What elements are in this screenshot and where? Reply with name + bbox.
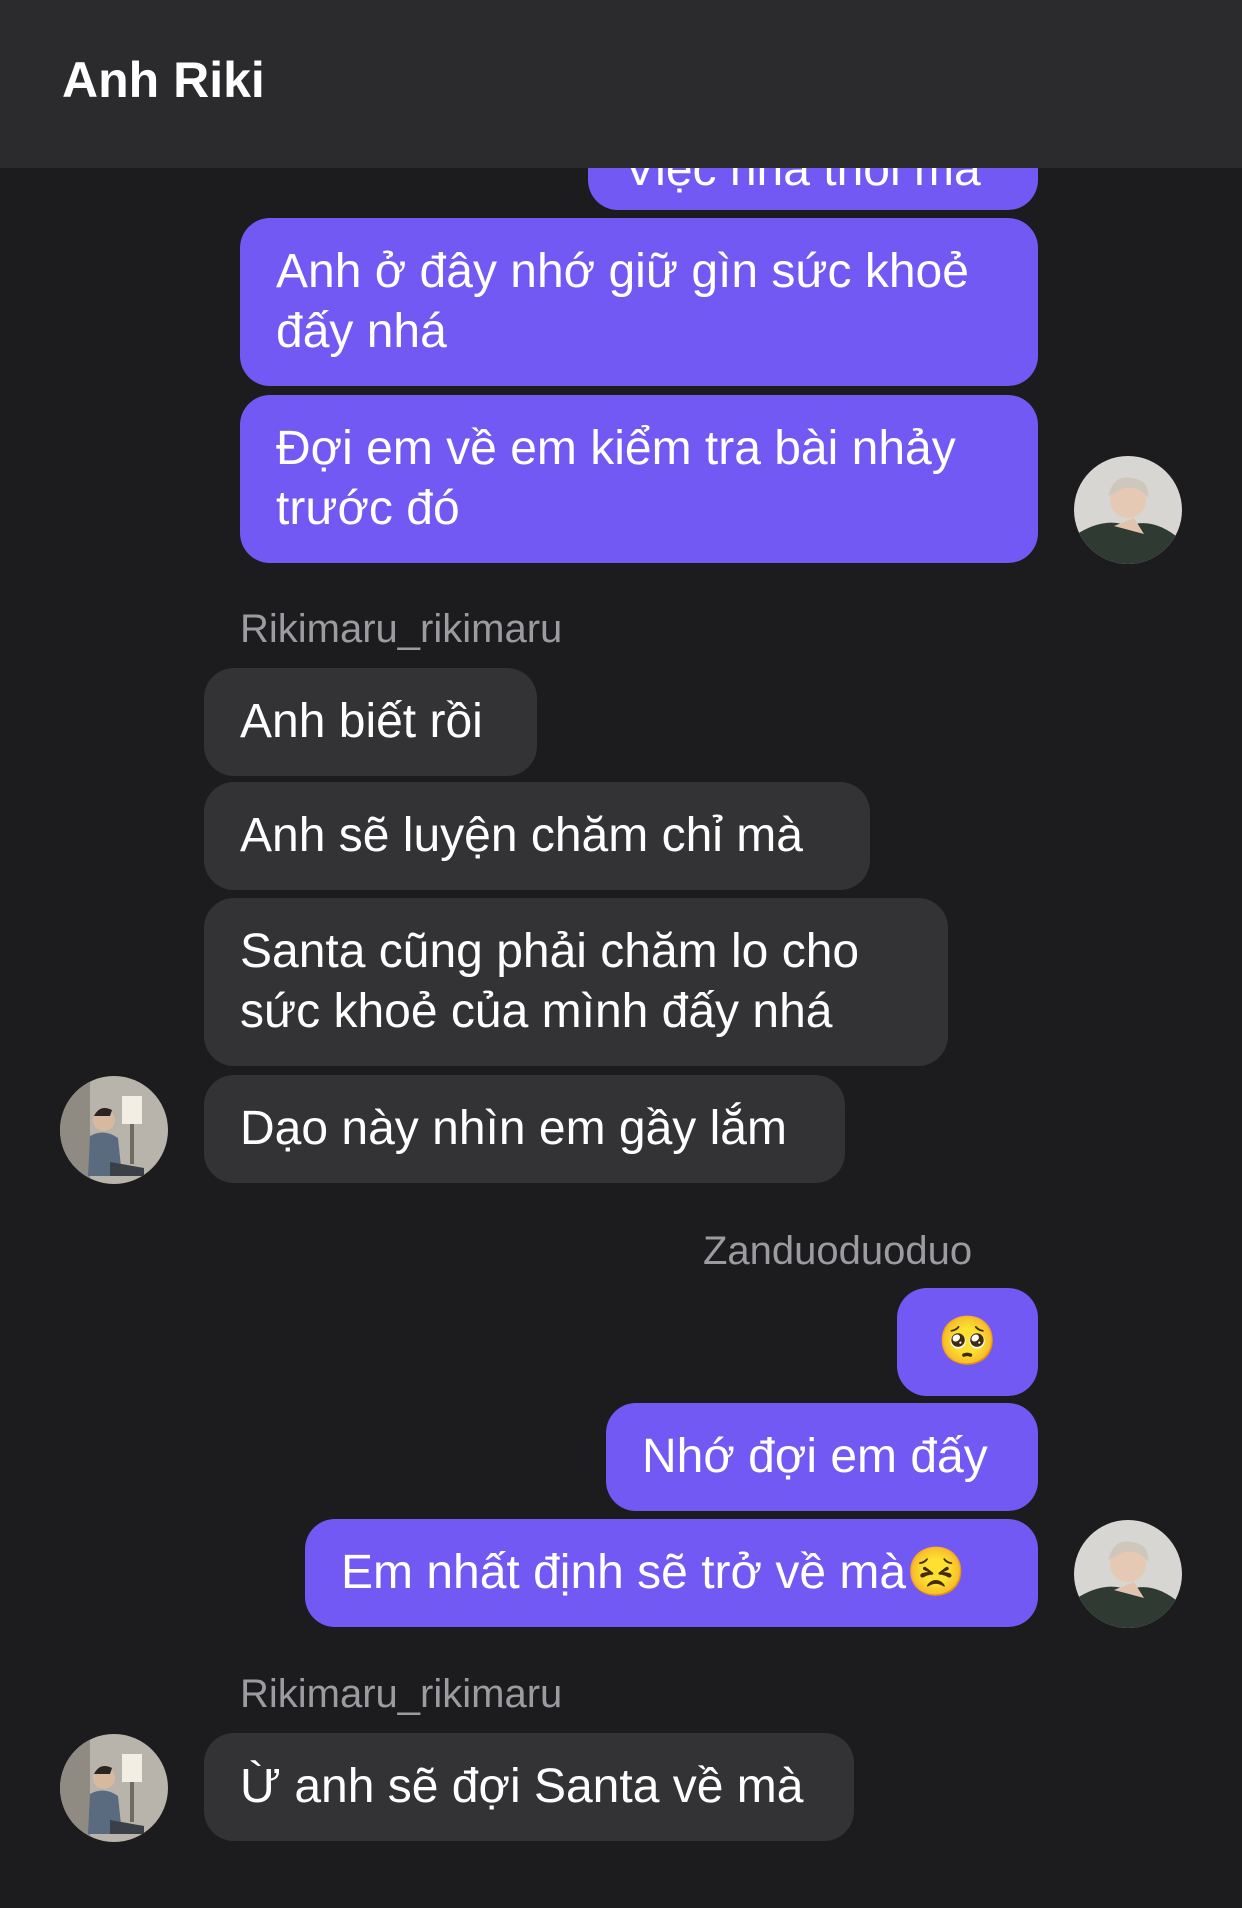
message-bubble-outgoing[interactable]: Nhớ đợi em đấy xyxy=(606,1403,1038,1511)
message-bubble-incoming[interactable]: Dạo này nhìn em gầy lắm xyxy=(204,1075,845,1183)
message-text: Santa cũng phải chăm lo cho sức khoẻ của… xyxy=(240,925,860,1038)
message-bubble-outgoing[interactable]: Đợi em về em kiểm tra bài nhảy trước đó xyxy=(240,395,1038,563)
sender-name: Zanduoduoduo xyxy=(703,1229,973,1273)
message-bubble-outgoing[interactable]: Em nhất định sẽ trở về mà😣 xyxy=(305,1519,1038,1627)
message-text: Anh sẽ luyện chăm chỉ mà xyxy=(240,809,803,862)
avatar-contact[interactable] xyxy=(60,1734,168,1842)
message-text: Em nhất định sẽ trở về mà😣 xyxy=(341,1546,966,1599)
sender-name: Rikimaru_rikimaru xyxy=(240,1672,563,1716)
chat-title: Anh Riki xyxy=(62,52,265,108)
message-bubble-outgoing[interactable]: 🥺 xyxy=(897,1288,1038,1396)
avatar-self[interactable] xyxy=(1074,1520,1182,1628)
message-bubble-incoming[interactable]: Ừ anh sẽ đợi Santa về mà xyxy=(204,1733,854,1841)
message-text: Anh biết rồi xyxy=(240,695,483,748)
message-text: Dạo này nhìn em gầy lắm xyxy=(240,1102,787,1155)
message-text: Ừ anh sẽ đợi Santa về mà xyxy=(240,1760,804,1813)
message-bubble-incoming[interactable]: Anh biết rồi xyxy=(204,668,537,776)
message-text: Đợi em về em kiểm tra bài nhảy trước đó xyxy=(276,422,956,535)
message-text: Anh ở đây nhớ giữ gìn sức khoẻ đấy nhá xyxy=(276,245,969,358)
message-bubble-incoming[interactable]: Anh sẽ luyện chăm chỉ mà xyxy=(204,782,870,890)
message-text: Nhớ đợi em đấy xyxy=(642,1430,988,1483)
chat-header: Anh Riki xyxy=(0,0,1242,168)
avatar-self[interactable] xyxy=(1074,456,1182,564)
message-bubble-incoming[interactable]: Santa cũng phải chăm lo cho sức khoẻ của… xyxy=(204,898,948,1066)
message-text: 🥺 xyxy=(937,1315,998,1368)
avatar-contact[interactable] xyxy=(60,1076,168,1184)
message-bubble-outgoing[interactable]: Anh ở đây nhớ giữ gìn sức khoẻ đấy nhá xyxy=(240,218,1038,386)
sender-name: Rikimaru_rikimaru xyxy=(240,607,563,651)
